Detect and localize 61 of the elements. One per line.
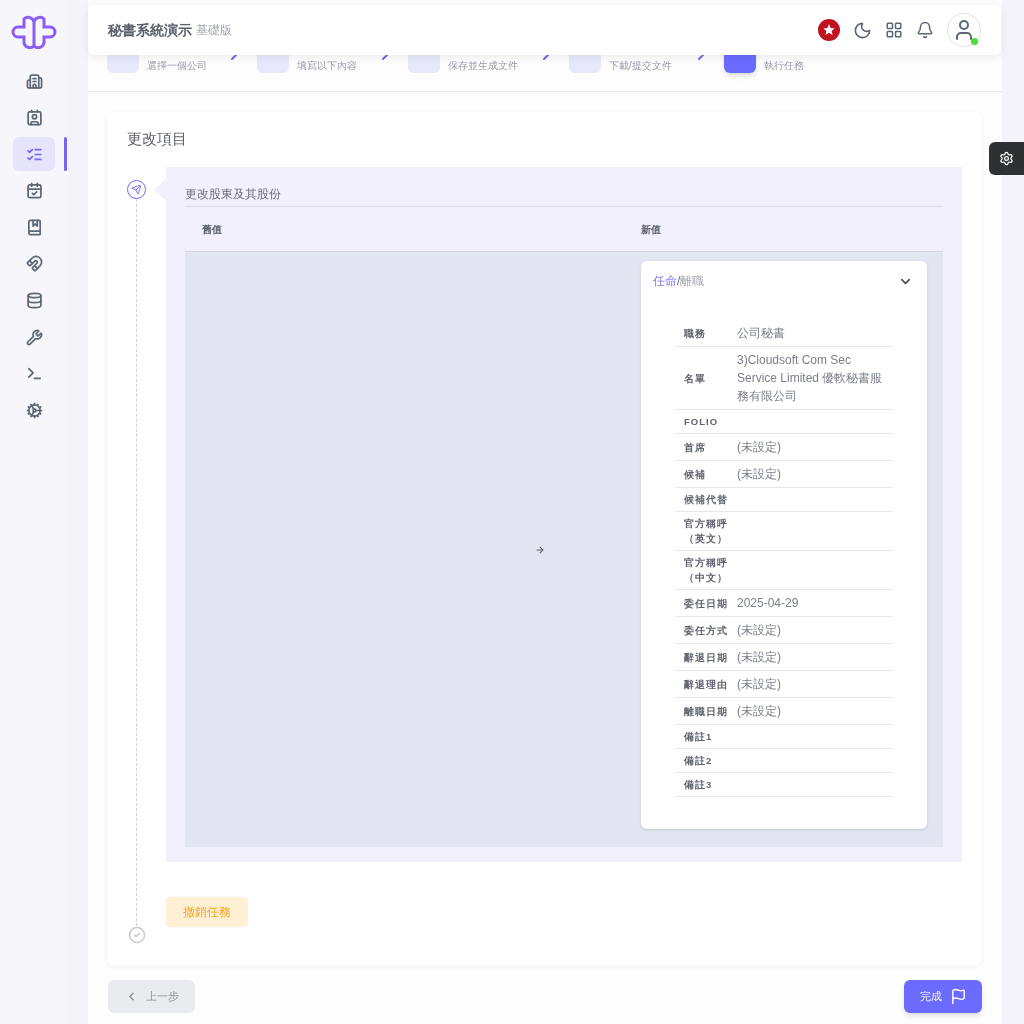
gear-icon xyxy=(25,401,43,419)
field-label: 委任日期 xyxy=(683,596,729,611)
field-label: 辭退理由 xyxy=(683,677,729,692)
field-label: 備註3 xyxy=(683,778,714,792)
field-label: 備註2 xyxy=(683,754,714,768)
column-header: 新值 xyxy=(641,222,661,237)
field-value: (未設定) xyxy=(737,703,782,720)
settings-icon xyxy=(999,151,1014,166)
field-label: 辭退日期 xyxy=(683,650,729,665)
arrow-right-icon xyxy=(535,544,545,555)
flag-icon[interactable] xyxy=(818,19,840,41)
field-value: (未設定) xyxy=(737,466,782,483)
app-title: 秘書系統演示 xyxy=(108,20,192,40)
record-type[interactable]: 任命 xyxy=(653,272,677,290)
field-value: 公司秘書 xyxy=(737,325,786,342)
magnet-icon xyxy=(25,255,43,273)
step-subtitle: 選擇一個公司 xyxy=(147,59,207,73)
building-icon xyxy=(25,72,43,90)
section-title: 更改項目 xyxy=(126,129,188,149)
field-label: 名單 xyxy=(683,371,707,386)
field-label: 備註1 xyxy=(683,730,714,744)
sidebar-item[interactable] xyxy=(13,137,55,172)
field-value: (未設定) xyxy=(737,676,782,693)
field-label: FOLIO xyxy=(683,415,720,429)
calendar-check-icon xyxy=(25,182,43,200)
field-value: (未設定) xyxy=(737,649,782,666)
separator: / xyxy=(677,273,681,290)
flag-icon xyxy=(949,988,967,1005)
step-subtitle: 保存並生成文件 xyxy=(448,59,518,73)
field-label: 官方稱呼（英文） xyxy=(683,517,729,546)
step-subtitle: 下載/提交文件 xyxy=(609,59,672,73)
field-label: 首席 xyxy=(683,440,707,455)
book-icon xyxy=(25,218,43,236)
cancel-task-button[interactable]: 撤銷任務 xyxy=(166,897,248,927)
record-type[interactable]: 離職 xyxy=(680,272,705,290)
active-indicator xyxy=(64,137,67,172)
field-label: 官方稱呼（中文） xyxy=(683,556,729,585)
field-value: 2025-04-29 xyxy=(737,595,800,612)
contact-card-icon xyxy=(25,109,43,127)
settings-tab[interactable] xyxy=(989,142,1024,175)
bell-icon[interactable] xyxy=(916,21,934,39)
field-label: 候補代替 xyxy=(683,493,729,507)
database-icon xyxy=(25,292,43,310)
field-value: (未設定) xyxy=(737,439,782,456)
column-header: 舊值 xyxy=(201,222,223,237)
logo-icon xyxy=(10,15,58,49)
grid-icon[interactable] xyxy=(885,21,903,39)
wrench-icon xyxy=(25,328,43,346)
field-value: 3)Cloudsoft Com Sec Service Limited 優軟秘書服務有限公司 xyxy=(737,352,884,405)
change-title: 更改股東及其股份 xyxy=(185,187,281,201)
field-label: 離職日期 xyxy=(683,704,729,719)
previous-button[interactable]: 上一步 xyxy=(108,980,195,1013)
field-label: 候補 xyxy=(683,467,707,482)
field-label: 委任方式 xyxy=(683,623,729,638)
field-value: (未設定) xyxy=(737,622,782,639)
edition-label: 基礎版 xyxy=(196,22,232,39)
moon-icon[interactable] xyxy=(853,20,872,40)
step-subtitle: 填寫以下內容 xyxy=(297,59,357,73)
done-button[interactable]: 完成 xyxy=(904,980,982,1013)
field-label: 職務 xyxy=(683,326,707,341)
step-subtitle: 執行任務 xyxy=(764,59,804,73)
